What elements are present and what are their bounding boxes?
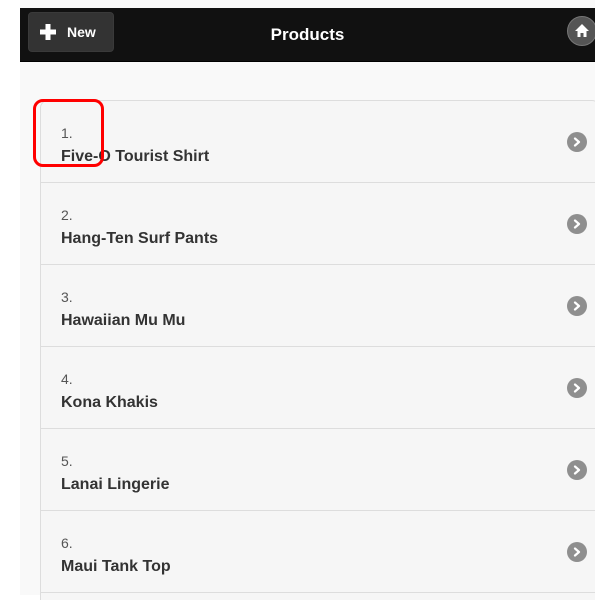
header-bar: New Products: [20, 8, 595, 62]
item-name: Five-O Tourist Shirt: [61, 148, 210, 165]
chevron-right-icon: [567, 214, 587, 234]
item-name: Maui Tank Top: [61, 558, 171, 575]
item-name: Lanai Lingerie: [61, 476, 170, 493]
item-number: 3.: [61, 289, 73, 305]
list-item[interactable]: 5. Lanai Lingerie: [41, 429, 595, 511]
chevron-right-icon: [567, 296, 587, 316]
chevron-right-icon: [567, 542, 587, 562]
list-item[interactable]: 2. Hang-Ten Surf Pants: [41, 183, 595, 265]
chevron-right-icon: [567, 378, 587, 398]
list-item[interactable]: 6. Maui Tank Top: [41, 511, 595, 593]
list-item[interactable]: 1. Five-O Tourist Shirt: [41, 101, 595, 183]
product-list: 1. Five-O Tourist Shirt 2. Hang-Ten Surf…: [40, 100, 595, 600]
item-name: Hawaiian Mu Mu: [61, 312, 186, 329]
item-number: 5.: [61, 453, 73, 469]
item-name: Kona Khakis: [61, 394, 158, 411]
item-number: 4.: [61, 371, 73, 387]
item-name: Hang-Ten Surf Pants: [61, 230, 219, 247]
home-icon: [575, 24, 589, 37]
list-item[interactable]: 4. Kona Khakis: [41, 347, 595, 429]
app-screen: New Products 1. Five-O Tourist Shirt 2. …: [20, 0, 595, 600]
item-number: 2.: [61, 207, 73, 223]
item-number: 6.: [61, 535, 73, 551]
chevron-right-icon: [567, 132, 587, 152]
list-item[interactable]: 3. Hawaiian Mu Mu: [41, 265, 595, 347]
page-title: Products: [270, 25, 345, 44]
item-number: 1.: [61, 125, 73, 141]
chevron-right-icon: [567, 460, 587, 480]
home-button[interactable]: [561, 14, 595, 48]
